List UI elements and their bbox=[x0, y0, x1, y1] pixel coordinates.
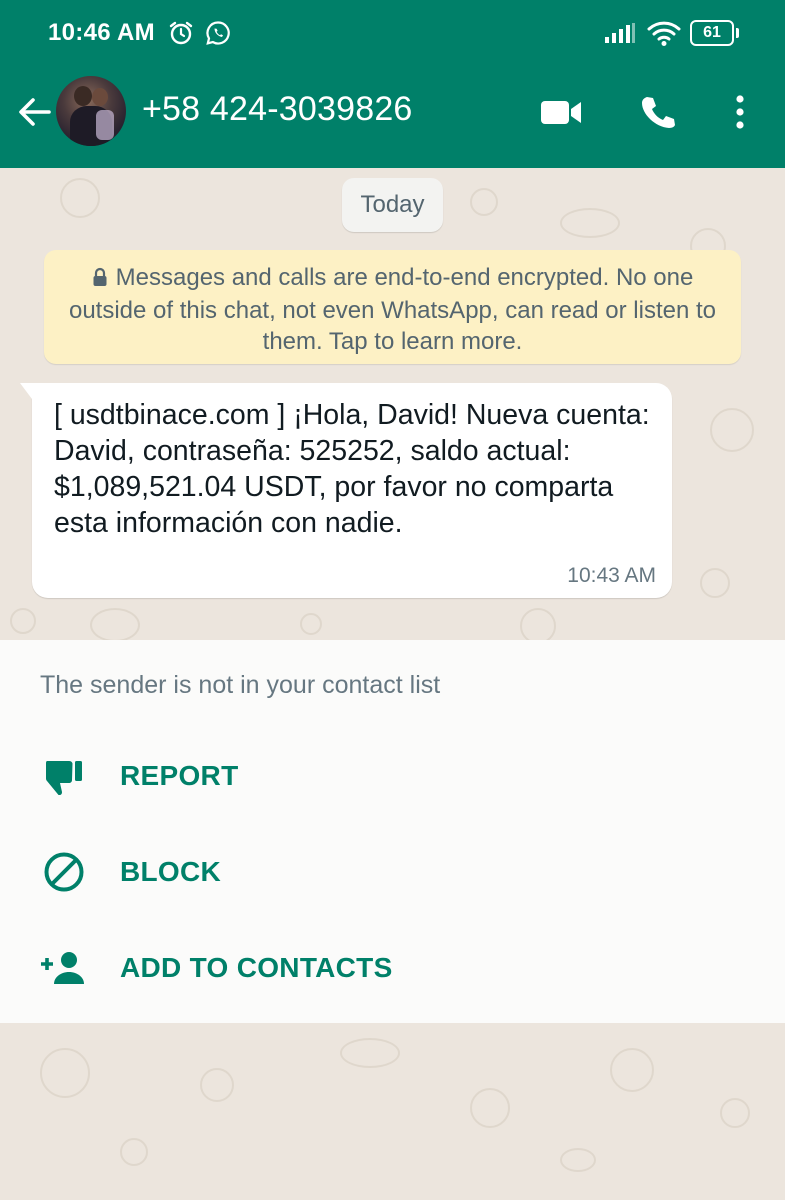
unknown-sender-panel: The sender is not in your contact list R… bbox=[0, 640, 785, 1023]
status-time: 10:46 AM bbox=[48, 19, 155, 46]
back-arrow-icon bbox=[17, 96, 51, 133]
more-vert-icon bbox=[735, 94, 745, 134]
date-chip: Today bbox=[342, 178, 443, 232]
voice-call-button[interactable] bbox=[634, 92, 680, 136]
avatar[interactable] bbox=[56, 76, 126, 146]
report-button[interactable]: REPORT bbox=[0, 732, 785, 822]
message-time: 10:43 AM bbox=[567, 564, 656, 587]
add-to-contacts-label: ADD TO CONTACTS bbox=[120, 952, 393, 983]
unknown-sender-note: The sender is not in your contact list bbox=[40, 671, 441, 699]
add-to-contacts-button[interactable]: ADD TO CONTACTS bbox=[0, 924, 785, 1014]
video-call-icon bbox=[540, 97, 582, 132]
encryption-notice-text: Messages and calls are end-to-end encryp… bbox=[68, 264, 717, 355]
whatsapp-icon bbox=[205, 20, 231, 51]
block-icon bbox=[40, 848, 88, 896]
more-options-button[interactable] bbox=[722, 92, 758, 136]
thumb-down-icon bbox=[40, 752, 88, 800]
battery-icon: 61 bbox=[690, 20, 739, 46]
alarm-icon bbox=[168, 20, 194, 51]
block-button[interactable]: BLOCK bbox=[0, 828, 785, 918]
lock-icon bbox=[92, 264, 108, 295]
video-call-button[interactable] bbox=[538, 94, 584, 134]
status-bar: 10:46 AM 61 bbox=[0, 0, 785, 68]
phone-icon bbox=[639, 94, 675, 135]
signal-icon bbox=[604, 22, 636, 49]
add-person-icon bbox=[40, 944, 88, 992]
incoming-message[interactable]: [ usdtbinace.com ] ¡Hola, David! Nueva c… bbox=[20, 383, 672, 598]
block-label: BLOCK bbox=[120, 856, 222, 887]
report-label: REPORT bbox=[120, 760, 239, 791]
message-text: [ usdtbinace.com ] ¡Hola, David! Nueva c… bbox=[54, 399, 650, 539]
contact-name[interactable]: +58 424-3039826 bbox=[142, 90, 413, 129]
back-button[interactable] bbox=[10, 90, 58, 138]
chat-header: +58 424-3039826 bbox=[0, 68, 785, 168]
encryption-notice[interactable]: Messages and calls are end-to-end encryp… bbox=[44, 250, 741, 364]
wifi-icon bbox=[647, 19, 681, 52]
